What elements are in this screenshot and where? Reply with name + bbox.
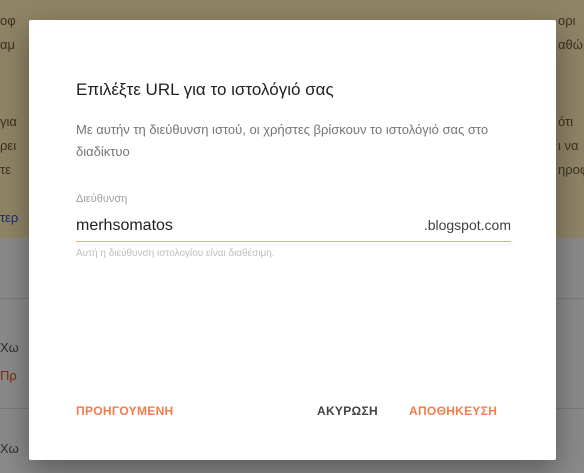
background-text-fragment: Χω xyxy=(0,340,19,355)
background-text-fragment: τε xyxy=(0,162,11,177)
background-text-fragment: αθώ xyxy=(558,37,583,52)
previous-button[interactable]: ΠΡΟΗΓΟΥΜΕΝΗ xyxy=(76,404,174,418)
url-suffix: .blogspot.com xyxy=(423,217,511,233)
input-underline xyxy=(76,241,511,242)
background-text-fragment: ηροφ xyxy=(558,162,584,177)
address-field-label: Διεύθυνση xyxy=(76,193,128,205)
background-link-fragment: τερ xyxy=(0,210,19,225)
background-text-fragment: Πρ xyxy=(0,368,17,383)
dialog-title: Επιλέξτε URL για το ιστολόγιό σας xyxy=(76,80,334,99)
background-text-fragment: ρει xyxy=(0,138,17,153)
background-text-fragment: οφ xyxy=(0,13,16,28)
choose-url-dialog: Επιλέξτε URL για το ιστολόγιό σας Με αυτ… xyxy=(29,20,556,460)
blog-url-input[interactable] xyxy=(76,214,406,238)
save-button[interactable]: ΑΠΟΘΗΚΕΥΣΗ xyxy=(409,404,497,418)
background-text-fragment: ορι xyxy=(558,13,576,28)
background-text-fragment: αμ xyxy=(0,37,16,52)
background-text-fragment: Χω xyxy=(0,441,19,456)
cancel-button[interactable]: ΑΚΥΡΩΣΗ xyxy=(317,404,378,418)
background-text-fragment: για xyxy=(0,114,17,129)
background-text-fragment: ότι xyxy=(558,114,574,129)
background-text-fragment: ι να xyxy=(558,138,579,153)
dialog-description: Με αυτήν τη διεύθυνση ιστού, οι χρήστες … xyxy=(76,122,489,159)
availability-hint: Αυτή η διεύθυνση ιστολογίου είναι διαθέσ… xyxy=(76,248,275,259)
